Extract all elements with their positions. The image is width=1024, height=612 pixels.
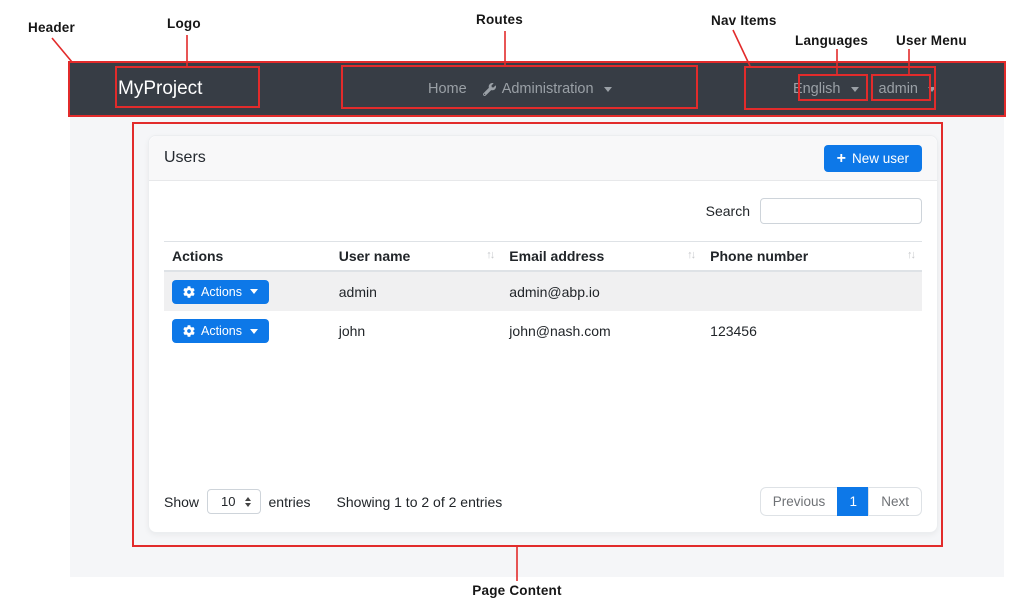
- column-phone-label: Phone number: [710, 248, 809, 264]
- column-phone[interactable]: Phone number: [702, 241, 922, 272]
- row-actions-label: Actions: [201, 284, 242, 299]
- chevron-down-icon: [250, 289, 258, 294]
- languages-dropdown[interactable]: English: [793, 81, 859, 97]
- entries-info: Showing 1 to 2 of 2 entries: [336, 493, 503, 510]
- table-footer: Show 10 entries Showing 1 to 2 of 2 entr…: [164, 486, 922, 517]
- chevron-down-icon: [928, 86, 936, 92]
- column-user-name-label: User name: [338, 248, 411, 264]
- search-label: Search: [705, 203, 750, 219]
- table-row: Actions john john@nash.com 123456: [164, 311, 922, 351]
- entries-label: entries: [268, 493, 311, 510]
- logo-annotation-label: Logo: [167, 16, 201, 31]
- column-email-label: Email address: [509, 248, 605, 264]
- user-menu-dropdown[interactable]: admin: [878, 81, 936, 97]
- header-annotation-label: Header: [28, 20, 75, 35]
- page-size-select[interactable]: 10: [207, 489, 261, 514]
- new-user-button-label: New user: [851, 150, 909, 166]
- nav-items-annotation-label: Nav Items: [711, 13, 777, 28]
- show-label: Show: [164, 493, 200, 510]
- table-row: Actions admin admin@abp.io: [164, 271, 922, 311]
- administration-link-label: Administration: [501, 81, 594, 97]
- logo-brand[interactable]: MyProject: [118, 63, 202, 115]
- next-page-button[interactable]: Next: [868, 487, 922, 516]
- page-content-annotation-label: Page Content: [472, 583, 562, 598]
- nav-administration[interactable]: Administration: [482, 81, 612, 97]
- header-navbar: MyProject Home Administration English ad…: [70, 63, 1004, 115]
- chevron-down-icon: [603, 86, 612, 92]
- column-user-name[interactable]: User name: [330, 241, 502, 272]
- chevron-down-icon: [850, 86, 859, 92]
- nav-items-leader-line: [732, 29, 751, 67]
- languages-annotation-label: Languages: [795, 33, 869, 48]
- column-email[interactable]: Email address: [501, 241, 703, 272]
- sort-icon[interactable]: [486, 249, 493, 261]
- pagination: Previous 1 Next: [759, 487, 922, 516]
- users-card: Users New user Search Actions: [148, 135, 938, 533]
- row-actions-button[interactable]: Actions: [172, 279, 269, 304]
- row-actions-button[interactable]: Actions: [172, 319, 269, 343]
- table-header-row: Actions User name Email address Phone nu…: [164, 241, 922, 272]
- previous-page-button[interactable]: Previous: [759, 487, 839, 516]
- gear-icon: [183, 285, 195, 298]
- routes-menu: Home Administration: [428, 63, 612, 115]
- search-row: Search: [164, 181, 922, 224]
- cell-user-name: admin: [338, 283, 377, 300]
- page-title: Users: [164, 149, 206, 166]
- routes-annotation-label: Routes: [476, 12, 523, 27]
- user-menu-annotation-label: User Menu: [896, 33, 967, 48]
- sort-icon[interactable]: [687, 249, 694, 261]
- home-link-label: Home: [428, 81, 467, 97]
- cell-user-name: john: [338, 323, 366, 339]
- user-menu-label: admin: [878, 81, 919, 97]
- screenshot-stage: MyProject Home Administration English ad…: [0, 0, 1024, 612]
- header-leader-line: [51, 37, 73, 63]
- cell-phone: 123456: [710, 323, 757, 339]
- column-actions-label: Actions: [172, 248, 224, 264]
- search-input[interactable]: [760, 198, 922, 224]
- page-size-value: 10: [221, 494, 236, 509]
- card-body: Search Actions User name ↑↓ Email addres…: [149, 181, 937, 534]
- stepper-icon: [244, 496, 251, 507]
- new-user-button[interactable]: New user: [823, 144, 922, 172]
- cell-email: admin@abp.io: [509, 283, 600, 300]
- plus-icon: [837, 151, 846, 166]
- row-actions-label: Actions: [201, 324, 242, 338]
- nav-home[interactable]: Home: [428, 81, 467, 97]
- card-header: Users New user: [149, 136, 937, 181]
- gear-icon: [183, 325, 195, 337]
- users-table: Actions User name Email address Phone nu…: [164, 241, 922, 351]
- chevron-down-icon: [250, 328, 258, 334]
- wrench-icon: [482, 82, 496, 96]
- cell-email: john@nash.com: [509, 323, 611, 339]
- nav-items: English admin: [793, 63, 936, 115]
- cell-phone: [702, 271, 922, 311]
- sort-icon[interactable]: [907, 249, 914, 261]
- page-1-button[interactable]: 1: [837, 487, 870, 516]
- languages-label: English: [792, 81, 841, 97]
- column-actions: Actions: [164, 241, 331, 272]
